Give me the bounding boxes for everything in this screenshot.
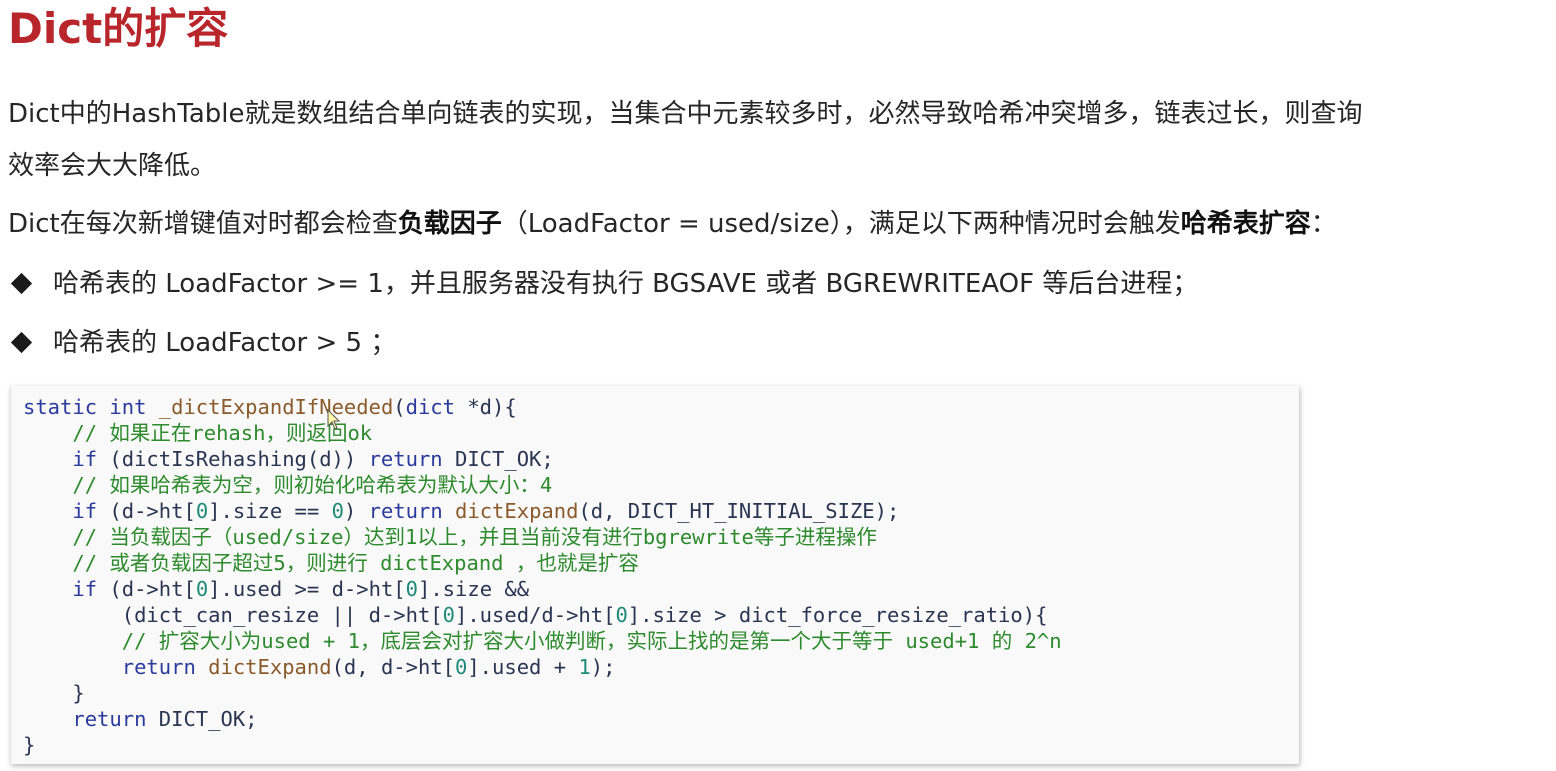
code-comment: // 扩容大小为used + 1，底层会对扩容大小做判断，实际上找的是第一个大于… [23,629,1062,653]
code-listing: static int _dictExpandIfNeeded(dict *d){… [23,394,1062,758]
diamond-bullet-icon [10,272,33,294]
code-line: return DICT_OK; [72,707,258,731]
page-title: Dict的扩容 [8,4,229,53]
load-factor-text-pre: Dict在每次新增键值对时都会检查 [8,209,398,239]
condition-list-item: 哈希表的 LoadFactor >= 1，并且服务器没有执行 BGSAVE 或者… [8,268,1198,300]
condition-text: 哈希表的 LoadFactor > 5 ； [53,328,397,358]
code-line: } [23,733,36,757]
code-comment: // 当负载因子（used/size）达到1以上，并且当前没有进行bgrewri… [23,525,877,549]
code-line: if (dictIsRehashing(d)) return DICT_OK; [72,447,554,471]
load-factor-text-mid: （LoadFactor = used/size），满足以下两种情况时会触发 [501,209,1181,239]
diamond-bullet-icon [10,331,33,353]
code-comment: // 或者负载因子超过5，则进行 dictExpand ，也就是扩容 [23,551,639,575]
load-factor-text-post: ： [1310,209,1337,239]
intro-paragraph-line2: 效率会大大降低。 [8,151,217,181]
load-factor-term: 负载因子 [397,209,502,239]
code-line: } [23,681,85,705]
condition-list-item: 哈希表的 LoadFactor > 5 ； [8,327,396,359]
code-line: if (d->ht[0].used >= d->ht[0].size && [72,577,530,601]
code-line: if (d->ht[0].size == 0) return dictExpan… [72,499,900,523]
intro-paragraph-line1: Dict中的HashTable就是数组结合单向链表的实现，当集合中元素较多时，必… [8,99,1363,129]
code-line: return dictExpand(d, d->ht[0].used + 1); [121,655,616,679]
code-line: (dict_can_resize || d->ht[0].used/d->ht[… [23,603,1048,627]
condition-text: 哈希表的 LoadFactor >= 1，并且服务器没有执行 BGSAVE 或者… [53,269,1199,299]
hash-expand-term: 哈希表扩容 [1180,209,1311,239]
code-line: static int _dictExpandIfNeeded(dict *d){ [23,395,517,419]
code-comment: // 如果正在rehash，则返回ok [23,421,373,445]
load-factor-paragraph: Dict在每次新增键值对时都会检查负载因子（LoadFactor = used/… [8,208,1337,240]
code-block: static int _dictExpandIfNeeded(dict *d){… [10,386,1299,764]
code-comment: // 如果哈希表为空，则初始化哈希表为默认大小：4 [23,473,553,497]
